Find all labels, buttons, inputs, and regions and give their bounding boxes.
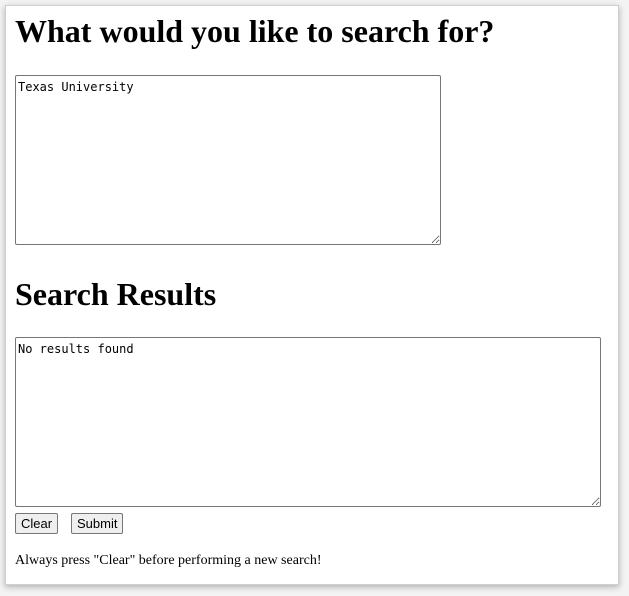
query-heading: What would you like to search for?	[15, 13, 495, 49]
results-heading: Search Results	[15, 276, 217, 312]
instruction-note: Always press "Clear" before performing a…	[15, 553, 322, 568]
search-page: What would you like to search for? Texas…	[5, 5, 619, 585]
clear-button[interactable]: Clear	[15, 513, 59, 534]
submit-button[interactable]: Submit	[71, 513, 124, 534]
search-query-textarea[interactable]: Texas University	[15, 75, 441, 245]
search-results-textarea[interactable]: No results found	[15, 337, 601, 507]
